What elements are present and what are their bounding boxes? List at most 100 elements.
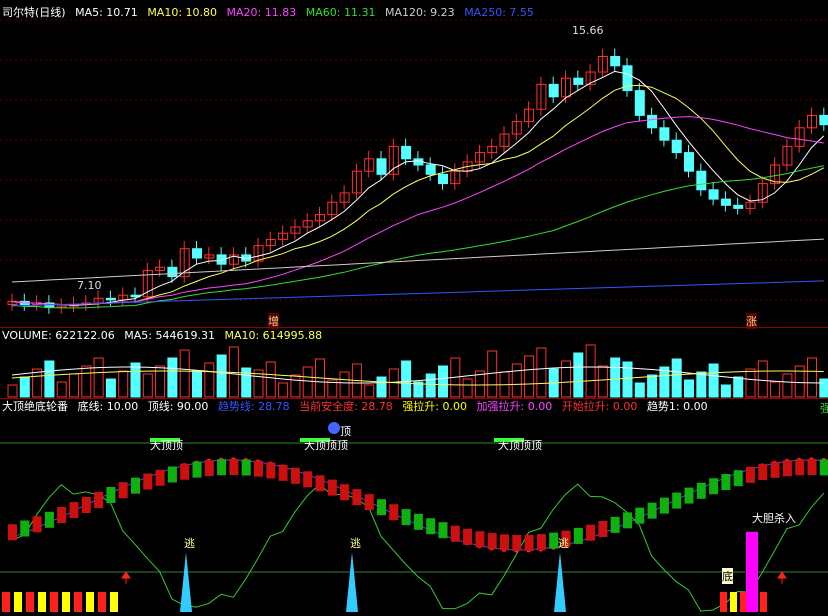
bottom-line-value: 底线: 10.00 [77, 400, 139, 413]
oscillator-line [11, 483, 825, 612]
volume-value: VOLUME: 622122.06 [2, 329, 115, 342]
volume-bar [720, 384, 731, 398]
volume-bar [524, 355, 535, 398]
volume-bar [733, 376, 744, 398]
volume-bar [708, 363, 719, 398]
strong-up-value: 强拉升: 0.00 [402, 400, 468, 413]
volume-bar [265, 361, 276, 398]
indicator-block [241, 459, 251, 476]
indicator-block [672, 492, 682, 509]
volume-ma5: MA5: 544619.31 [124, 329, 215, 342]
volume-bar [7, 384, 18, 398]
indicator-block [549, 532, 559, 549]
indicator-block [487, 533, 497, 550]
indicator-block [204, 460, 214, 477]
volume-bar [757, 360, 768, 398]
candle-body [720, 198, 731, 206]
trend-line [11, 459, 824, 551]
escape-spike [180, 552, 192, 612]
trend-line-value: 趋势线: 28.78 [217, 400, 290, 413]
volume-bar [339, 371, 350, 398]
volume-bar [105, 378, 116, 398]
indicator-block [647, 502, 657, 519]
indicator-block [586, 524, 596, 541]
bottom-bar [2, 592, 10, 612]
indicator-block [229, 459, 239, 476]
indicator-block [118, 482, 128, 499]
top-label-1: 大顶顶 [150, 439, 183, 452]
indicator-block [44, 511, 54, 528]
volume-bar [130, 362, 141, 398]
indicator-block [795, 459, 805, 476]
volume-bar [696, 371, 707, 398]
indicator-block [389, 504, 399, 521]
indicator-block [782, 460, 792, 477]
volume-bar [573, 352, 584, 398]
indicator-block [364, 494, 374, 511]
top-label-2: 大顶顶顶 [304, 439, 348, 452]
indicator-block [180, 463, 190, 480]
indicator-block [426, 518, 436, 535]
bottom-bar [720, 592, 727, 612]
candle-body [376, 158, 387, 175]
top-label-3: 大顶顶顶 [498, 439, 542, 452]
candle-body [610, 56, 621, 67]
volume-bar [192, 370, 202, 398]
indicator-block [192, 461, 202, 478]
bottom-bar [98, 592, 106, 612]
volume-bar [56, 381, 67, 398]
volume-bar [684, 379, 694, 398]
volume-bar [376, 376, 387, 398]
bold-buy-label: 大胆杀入 [752, 512, 796, 525]
indicator-block [450, 525, 460, 542]
indicator-block [438, 522, 448, 539]
indicator-block [278, 464, 288, 481]
volume-bar [216, 354, 227, 398]
candle-body [708, 189, 719, 200]
volume-bar [19, 376, 30, 398]
volume-bar [364, 384, 375, 398]
bottom-bar [74, 592, 82, 612]
indicator-block [635, 507, 645, 524]
volume-bar [782, 373, 793, 398]
volume-bar [807, 357, 817, 398]
candle-body [696, 170, 707, 191]
indicator-block [500, 534, 509, 551]
indicator-block [684, 487, 694, 504]
volume-bar [634, 382, 645, 398]
volume-bar [425, 373, 436, 398]
indicator-block [290, 467, 300, 484]
bottom-label: 底 [722, 568, 733, 584]
ma20-line [11, 116, 824, 305]
volume-bar [561, 360, 571, 398]
indicator-block [623, 512, 632, 529]
start-up-value: 开始拉升: 0.00 [561, 400, 638, 413]
indicator-block [106, 486, 116, 503]
indicator-block [8, 524, 17, 541]
volume-bar [142, 373, 153, 398]
indicator-block [598, 520, 608, 537]
top-line-value: 顶线: 90.00 [147, 400, 209, 413]
volume-bar [44, 360, 55, 398]
indicator-block [610, 516, 620, 533]
volume-bar [179, 349, 190, 398]
indicator-block [573, 527, 583, 544]
indicator-block [20, 520, 30, 537]
indicator-block [401, 509, 411, 526]
indicator-block [659, 497, 669, 514]
plus-strong-value: 加强拉升: 0.00 [476, 400, 553, 413]
bold-buy-bar [746, 532, 758, 612]
trend1-value: 趋势1: 0.00 [646, 400, 708, 413]
volume-ma10: MA10: 614995.88 [224, 329, 323, 342]
ma10-value: MA10: 10.80 [147, 6, 218, 19]
divider-volume [0, 327, 828, 328]
indicator-block [696, 482, 706, 499]
volume-bar [770, 381, 781, 398]
volume-bar [745, 368, 756, 398]
candle-body [659, 127, 670, 141]
bottom-bar [760, 592, 767, 612]
indicator-block [413, 513, 423, 530]
volume-bar [462, 378, 473, 398]
ma20-value: MA20: 11.83 [226, 6, 297, 19]
price-header: 司尔特(日线) MA5: 10.71 MA10: 10.80 MA20: 11.… [2, 6, 540, 20]
